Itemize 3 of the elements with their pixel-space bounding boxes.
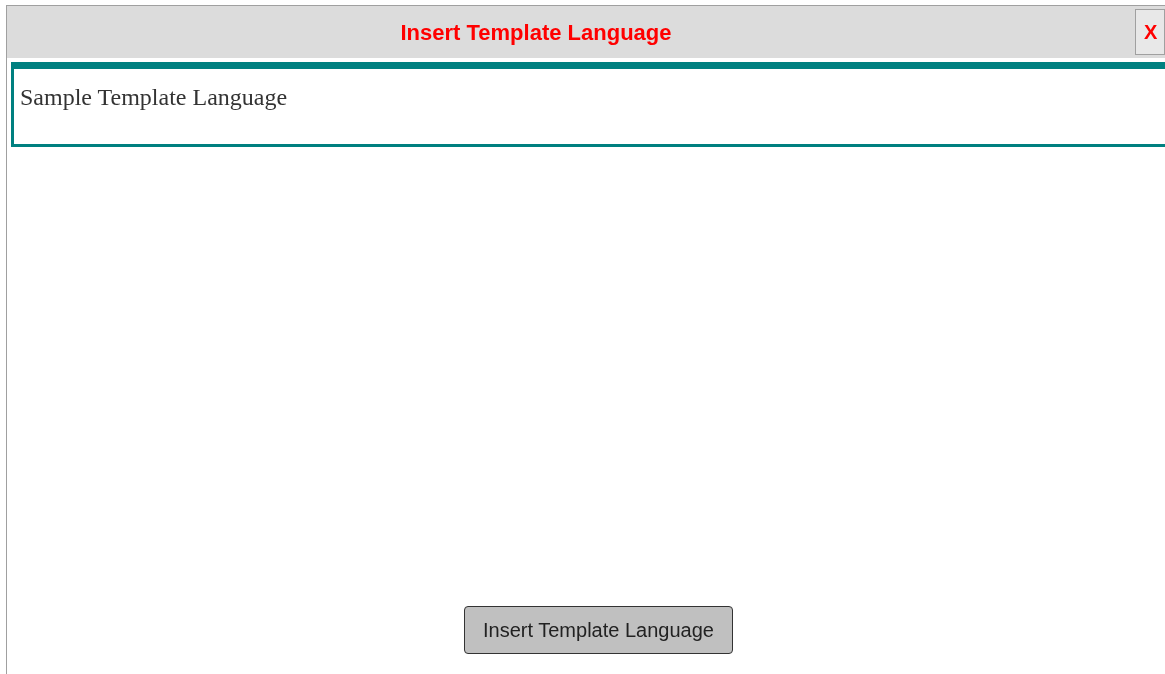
insert-button[interactable]: Insert Template Language <box>464 606 733 654</box>
text-field[interactable]: Sample Template Language <box>11 62 1165 147</box>
dialog-title: Insert Template Language <box>400 18 672 47</box>
